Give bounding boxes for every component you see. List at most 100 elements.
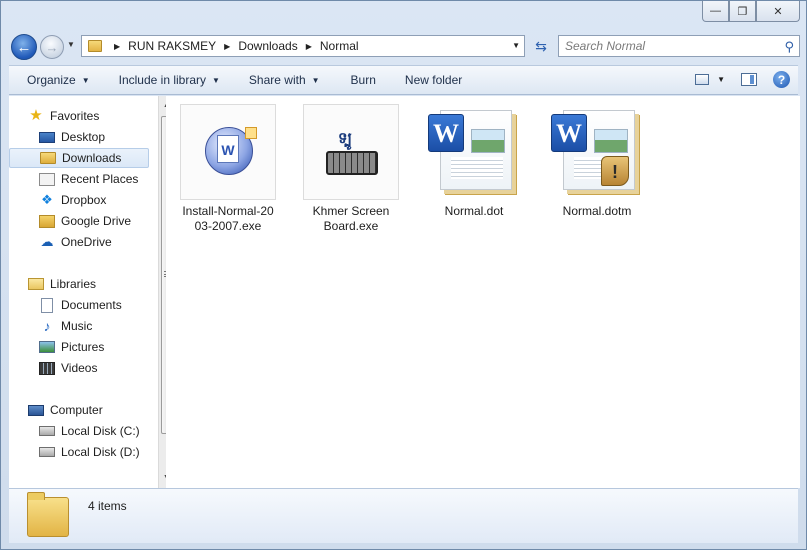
- forward-button[interactable]: →: [40, 35, 64, 59]
- view-controls: ▼ ?: [695, 71, 790, 88]
- recent-pages-button[interactable]: ▼: [67, 40, 75, 49]
- file-name: Install-Normal-20 03-2007.exe: [179, 204, 277, 234]
- nav-item-videos[interactable]: Videos: [9, 358, 149, 378]
- navigation-bar: ← → ▼ ▶ RUN RAKSMEY ▶ Downloads ▶ Normal…: [9, 31, 800, 61]
- recent-places-icon: [39, 172, 55, 186]
- pictures-icon: [39, 341, 55, 353]
- close-icon: ✕: [773, 5, 783, 18]
- preview-pane-icon[interactable]: [741, 73, 757, 86]
- back-arrow-icon: ←: [16, 38, 32, 56]
- restore-icon: ❐: [737, 5, 748, 18]
- nav-item-dropbox[interactable]: ❖ Dropbox: [9, 190, 149, 210]
- burn-button[interactable]: Burn: [329, 66, 385, 94]
- breadcrumb-item-normal[interactable]: Normal: [320, 39, 359, 53]
- burn-label: Burn: [350, 73, 376, 87]
- nav-item-documents[interactable]: Documents: [9, 295, 149, 315]
- breadcrumb-item-downloads[interactable]: Downloads: [238, 39, 297, 53]
- breadcrumb-item-run-raksmey[interactable]: RUN RAKSMEY: [128, 39, 216, 53]
- keyboard-icon: ទ្បូ: [303, 104, 399, 200]
- share-with-menu[interactable]: Share with ▼: [229, 66, 329, 94]
- file-item-normal-dotm[interactable]: W ! Normal.dotm: [548, 104, 646, 219]
- chevron-down-icon: ▼: [212, 75, 220, 85]
- new-folder-label: New folder: [404, 73, 463, 87]
- maximize-button[interactable]: ❐: [729, 1, 756, 22]
- minimize-button[interactable]: —: [702, 1, 729, 22]
- back-button[interactable]: ←: [11, 34, 37, 60]
- address-bar[interactable]: ▶ RUN RAKSMEY ▶ Downloads ▶ Normal ▼: [81, 35, 525, 57]
- khmer-glyph-icon: ទ្បូ: [338, 130, 353, 147]
- details-pane: 4 items: [9, 488, 798, 543]
- chevron-down-icon: ▼: [81, 75, 90, 85]
- nav-libraries-label: Libraries: [50, 277, 97, 291]
- nav-favorites-label: Favorites: [50, 109, 100, 123]
- change-view-icon[interactable]: [695, 74, 710, 85]
- search-box[interactable]: ⚲: [558, 35, 800, 57]
- nav-item-label: Documents: [61, 298, 122, 312]
- nav-item-label: Google Drive: [61, 214, 132, 228]
- nav-item-label: Local Disk (D:): [61, 445, 140, 459]
- word-page-icon: W: [217, 135, 239, 163]
- help-icon[interactable]: ?: [773, 71, 790, 88]
- nav-libraries[interactable]: Libraries: [9, 274, 149, 294]
- folder-icon: [88, 40, 102, 52]
- word-logo-icon: W: [428, 114, 464, 152]
- file-item-normal-dot[interactable]: W Normal.dot: [425, 104, 523, 219]
- file-name: Normal.dot: [425, 204, 523, 219]
- nav-computer[interactable]: Computer: [9, 400, 149, 420]
- include-in-library-label: Include in library: [118, 73, 206, 87]
- chevron-right-icon[interactable]: ▶: [114, 42, 120, 51]
- new-folder-button[interactable]: New folder: [385, 66, 471, 94]
- chevron-right-icon[interactable]: ▶: [224, 42, 230, 51]
- hard-disk-icon: [39, 426, 55, 436]
- nav-item-onedrive[interactable]: ☁ OneDrive: [9, 232, 149, 252]
- search-input[interactable]: [559, 39, 769, 53]
- search-icon[interactable]: ⚲: [784, 39, 794, 55]
- downloads-folder-icon: [40, 152, 56, 164]
- chevron-right-icon[interactable]: ▶: [306, 42, 312, 51]
- file-item-khmer-screen-board[interactable]: ទ្បូ Khmer Screen Board.exe: [302, 104, 400, 234]
- chevron-down-icon: ▼: [311, 75, 320, 85]
- nav-favorites[interactable]: ★ Favorites: [9, 106, 149, 126]
- libraries-icon: [28, 278, 44, 290]
- minimize-icon: —: [710, 5, 721, 17]
- address-dropdown-icon[interactable]: ▼: [512, 41, 520, 50]
- hard-disk-icon: [39, 447, 55, 457]
- nav-item-label: Recent Places: [61, 172, 139, 186]
- file-item-install-normal[interactable]: W Install-Normal-20 03-2007.exe: [179, 104, 277, 234]
- include-in-library-menu[interactable]: Include in library ▼: [99, 66, 229, 94]
- nav-item-label: Local Disk (C:): [61, 424, 140, 438]
- file-name: Khmer Screen Board.exe: [302, 204, 400, 234]
- documents-icon: [41, 297, 53, 313]
- file-name-line: Khmer Screen: [312, 204, 390, 218]
- nav-item-recent-places[interactable]: Recent Places: [9, 169, 149, 189]
- keyboard-keys-icon: [326, 151, 378, 175]
- nav-item-music[interactable]: ♪ Music: [9, 316, 149, 336]
- file-name-line: Normal.dotm: [562, 204, 632, 218]
- nav-item-google-drive[interactable]: Google Drive: [9, 211, 149, 231]
- installer-icon: W: [180, 104, 276, 200]
- close-button[interactable]: ✕: [756, 1, 800, 22]
- file-name-line: Install-Normal-20: [182, 204, 274, 218]
- file-name-line: 03-2007.exe: [194, 219, 262, 233]
- nav-item-label: Music: [61, 319, 93, 333]
- onedrive-icon: ☁: [40, 234, 54, 249]
- share-with-label: Share with: [248, 73, 306, 87]
- view-options-dropdown-icon[interactable]: ▼: [717, 75, 725, 84]
- nav-item-downloads[interactable]: Downloads: [9, 148, 149, 168]
- refresh-button[interactable]: ⇆: [529, 35, 553, 57]
- nav-item-local-disk-c[interactable]: Local Disk (C:): [9, 421, 149, 441]
- desktop-icon: [39, 131, 55, 143]
- file-name: Normal.dotm: [548, 204, 646, 219]
- item-count: 4 items: [88, 499, 127, 513]
- macro-warning-icon: !: [601, 156, 629, 186]
- nav-item-label: Pictures: [61, 340, 105, 354]
- nav-item-desktop[interactable]: Desktop: [9, 127, 149, 147]
- refresh-icon: ⇆: [535, 37, 547, 54]
- google-drive-icon: [39, 214, 55, 228]
- nav-item-local-disk-d[interactable]: Local Disk (D:): [9, 442, 149, 462]
- nav-item-pictures[interactable]: Pictures: [9, 337, 149, 357]
- file-name-line: Normal.dot: [444, 204, 504, 218]
- word-document-icon: W: [426, 104, 522, 200]
- organize-menu[interactable]: Organize ▼: [9, 66, 99, 94]
- file-name-line: Board.exe: [323, 219, 379, 233]
